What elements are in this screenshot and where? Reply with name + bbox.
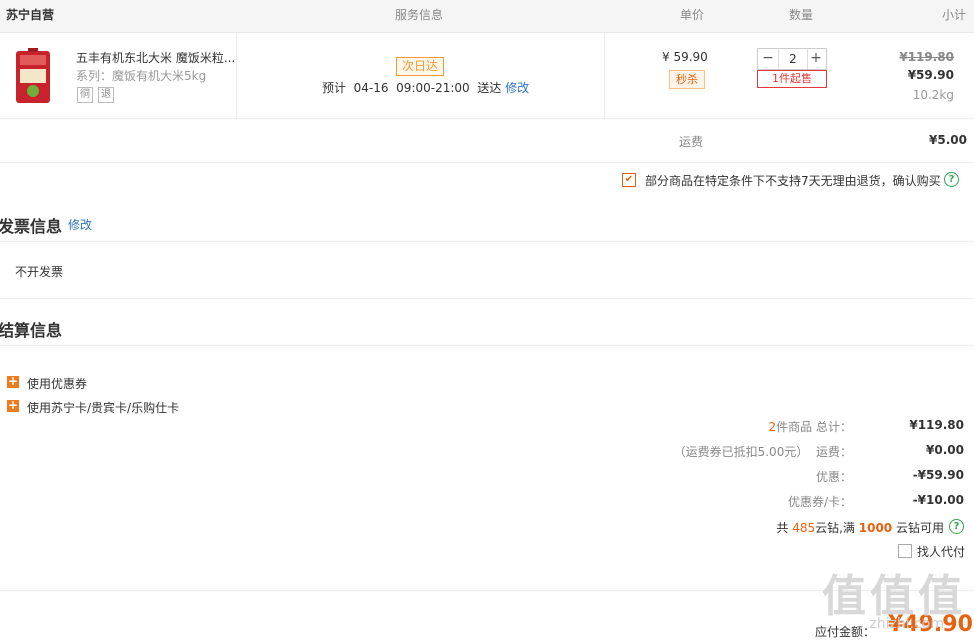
header-service: 服务信息 xyxy=(395,8,444,22)
expand-plus-icon[interactable]: + xyxy=(7,375,19,388)
proxy-pay-label: 找人代付 xyxy=(917,545,966,559)
header-subtotal: 小计 xyxy=(942,8,967,22)
freight-line: （运费券已抵扣5.00元） 运费： xyxy=(674,443,852,460)
use-coupon-option[interactable]: 使用优惠券 xyxy=(27,375,87,392)
items-total-label: 2件商品 总计： xyxy=(769,418,852,435)
header-quantity: 数量 xyxy=(789,8,814,22)
return-policy-checkbox[interactable]: ✔ xyxy=(622,173,636,187)
item-weight: 10.2kg xyxy=(912,88,954,102)
shipping-label: 运费 xyxy=(679,135,704,149)
shipping-value: ¥5.00 xyxy=(929,133,967,147)
settlement-title: 结算信息 xyxy=(0,321,63,340)
expand-plus-icon[interactable]: + xyxy=(7,399,19,412)
diamond-threshold: 1000 xyxy=(858,521,893,535)
return-service-icon[interactable]: 退 xyxy=(98,87,114,103)
discount-value: -¥59.90 xyxy=(912,468,964,482)
diamond-count: 485 xyxy=(792,521,816,535)
divider xyxy=(0,298,974,299)
divider xyxy=(236,33,237,118)
use-card-option[interactable]: 使用苏宁卡/贵宾卡/乐购仕卡 xyxy=(27,399,179,416)
diamond-prefix: 共 xyxy=(776,521,789,535)
divider xyxy=(0,241,974,242)
seckill-badge: 秒杀 xyxy=(669,70,705,89)
divider xyxy=(604,33,605,118)
diamond-suffix: 云钻可用 xyxy=(895,521,944,535)
product-thumbnail[interactable] xyxy=(10,47,56,107)
items-label: 件商品 总计： xyxy=(776,420,852,434)
watermark-site: zhizhi.com xyxy=(869,616,944,632)
invoice-value: 不开发票 xyxy=(15,265,64,279)
watermark-logo: 值值值 xyxy=(822,571,966,622)
eta-suffix: 送达 xyxy=(477,81,502,95)
item-subtotal: ¥59.90 xyxy=(907,68,954,82)
product-series: 系列：魔饭有机大米5kg xyxy=(76,69,207,83)
header-unit-price: 单价 xyxy=(680,8,705,22)
cart-item-row: 五丰有机东北大米 魔饭米粒... 系列：魔饭有机大米5kg 㣚 退 次日达 预计… xyxy=(0,33,974,119)
freight-note: （运费券已抵扣5.00元） xyxy=(673,445,809,459)
diamond-mid: 云钻,满 xyxy=(815,521,855,535)
qty-plus-button[interactable]: + xyxy=(806,49,826,69)
eta-time: 09:00-21:00 xyxy=(396,81,470,95)
help-icon[interactable]: ? xyxy=(944,172,959,187)
payable-label: 应付金额： xyxy=(815,625,876,639)
items-total-value: ¥119.80 xyxy=(909,418,964,432)
eta-prefix: 预计 xyxy=(322,81,347,95)
divider xyxy=(0,345,974,346)
discount-label: 优惠： xyxy=(815,470,852,484)
eta-date: 04-16 xyxy=(353,81,389,95)
eta-modify-link[interactable]: 修改 xyxy=(505,81,529,95)
min-buy-badge: 1件起售 xyxy=(757,70,827,88)
freight-value: ¥0.00 xyxy=(926,443,964,457)
unit-price: ¥ 59.90 xyxy=(662,50,708,64)
next-day-badge: 次日达 xyxy=(396,57,444,76)
proxy-pay-checkbox[interactable] xyxy=(898,544,912,558)
invoice-modify-link[interactable]: 修改 xyxy=(68,216,92,233)
qty-input[interactable]: 2 xyxy=(778,49,808,69)
original-price: ¥119.80 xyxy=(899,50,954,64)
product-name[interactable]: 五丰有机东北大米 魔饭米粒... xyxy=(76,49,236,66)
quantity-stepper: − 2 + xyxy=(757,48,827,70)
voucher-value: -¥10.00 xyxy=(912,493,964,507)
delivery-eta: 预计 04-16 09:00-21:00 送达 修改 xyxy=(322,79,529,96)
store-name: 苏宁自营 xyxy=(6,8,55,22)
voucher-label: 优惠券/卡： xyxy=(787,495,852,509)
diamond-info: 共 485云钻,满 1000 云钻可用 xyxy=(776,519,944,536)
freight-label: 运费： xyxy=(815,445,852,459)
shipping-row: 运费 ¥5.00 xyxy=(0,119,974,163)
qty-minus-button[interactable]: − xyxy=(758,49,778,69)
cart-header: 苏宁自营 服务信息 单价 数量 小计 xyxy=(0,0,974,33)
help-icon[interactable]: ? xyxy=(949,519,964,534)
invoice-title: 发票信息 xyxy=(0,217,63,236)
return-policy-text: 部分商品在特定条件下不支持7天无理由退货，确认购买 xyxy=(645,174,941,188)
service-icon[interactable]: 㣚 xyxy=(77,87,93,103)
